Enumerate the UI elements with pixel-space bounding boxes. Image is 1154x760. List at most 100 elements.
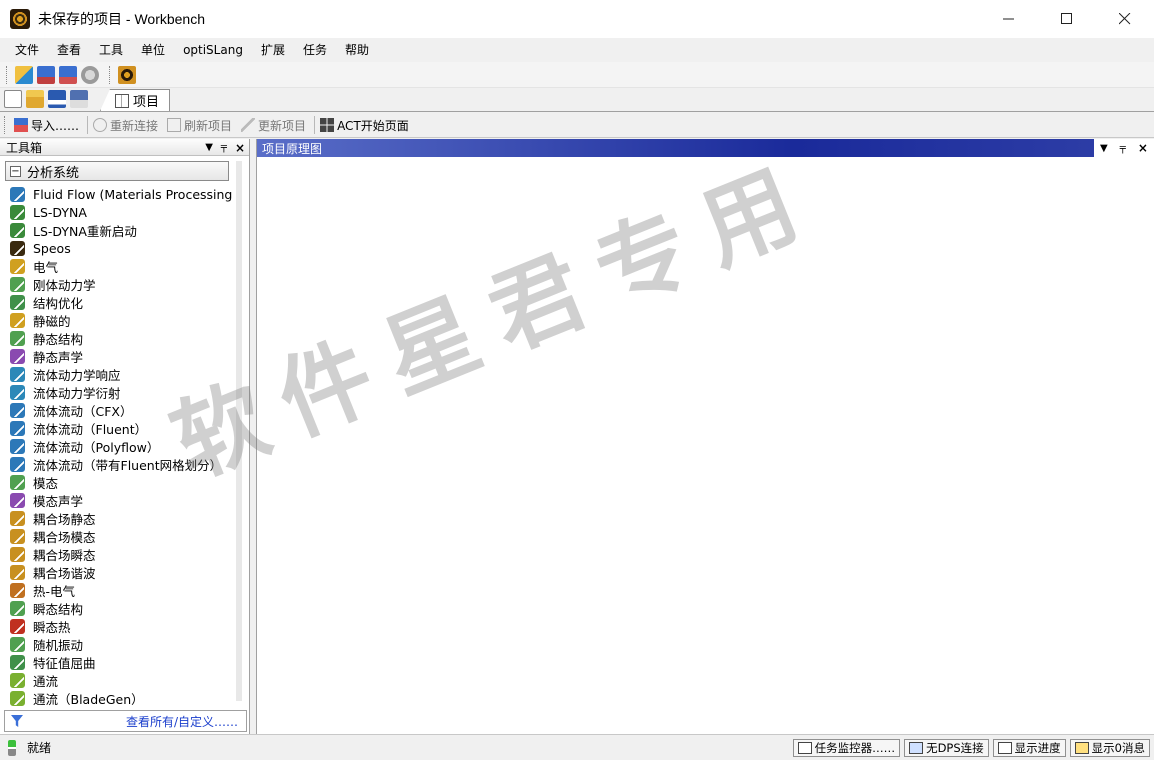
save-project-icon[interactable] bbox=[37, 65, 55, 84]
view-all-customize-link[interactable]: 查看所有/自定义…… bbox=[126, 713, 238, 730]
update-icon bbox=[241, 118, 256, 132]
open-icon[interactable] bbox=[26, 90, 44, 108]
toolbox-item[interactable]: 热-电气 bbox=[10, 581, 232, 599]
toolbox-item-label: 结构优化 bbox=[33, 295, 84, 311]
refresh-project-button[interactable]: 刷新项目 bbox=[164, 117, 238, 134]
toolbox-item[interactable]: 耦合场瞬态 bbox=[10, 545, 232, 563]
project-schematic-icon bbox=[115, 93, 129, 108]
topology-optimization-icon bbox=[10, 294, 25, 310]
save-as-icon[interactable] bbox=[59, 65, 77, 84]
tab-project[interactable]: 项目 bbox=[100, 89, 171, 111]
toolbox-item-label: 静态结构 bbox=[33, 331, 84, 347]
menu-extensions[interactable]: 扩展 bbox=[252, 38, 294, 62]
menu-tools[interactable]: 工具 bbox=[90, 38, 132, 62]
toolbox-item[interactable]: 瞬态结构 bbox=[10, 599, 232, 617]
cfx-icon bbox=[10, 402, 25, 418]
minimize-button[interactable] bbox=[980, 0, 1038, 38]
toolbox-item[interactable]: 特征值屈曲 bbox=[10, 653, 232, 671]
import-icon bbox=[14, 118, 28, 132]
collapse-icon[interactable]: − bbox=[10, 165, 21, 177]
status-bar: 就绪 任务监控器…… 无DPS连接 显示进度 显示0消息 bbox=[0, 734, 1154, 760]
ls-dyna-restart-icon bbox=[10, 222, 25, 238]
menu-help[interactable]: 帮助 bbox=[336, 38, 378, 62]
toolbox-item-label: 流体动力学响应 bbox=[33, 367, 121, 383]
analysis-systems-group[interactable]: − 分析系统 bbox=[5, 161, 229, 181]
fluent-icon bbox=[10, 420, 25, 436]
random-vibration-icon bbox=[10, 636, 25, 652]
toolbox-item-label: 耦合场模态 bbox=[33, 529, 96, 545]
toolbox-item[interactable]: 耦合场模态 bbox=[10, 527, 232, 545]
modal-icon bbox=[10, 474, 25, 490]
menu-file[interactable]: 文件 bbox=[6, 38, 48, 62]
open-project-icon[interactable] bbox=[15, 65, 33, 84]
toolbox-item[interactable]: 电气 bbox=[10, 257, 232, 275]
menu-units[interactable]: 单位 bbox=[132, 38, 174, 62]
toolbox-item-label: LS-DYNA重新启动 bbox=[33, 223, 137, 239]
title-bar: 未保存的项目 - Workbench bbox=[0, 0, 1154, 38]
toolbar-grip-3[interactable] bbox=[4, 116, 7, 134]
workbench-launcher-icon[interactable] bbox=[118, 65, 136, 84]
reconnect-button[interactable]: 重新连接 bbox=[90, 117, 164, 134]
status-indicator-icon bbox=[8, 739, 16, 756]
toolbox-item[interactable]: 刚体动力学 bbox=[10, 275, 232, 293]
toolbox-item[interactable]: 结构优化 bbox=[10, 293, 232, 311]
save-icon[interactable] bbox=[48, 90, 66, 108]
menu-bar: 文件 查看 工具 单位 optiSLang 扩展 任务 帮助 bbox=[0, 38, 1154, 62]
eigenvalue-buckling-icon bbox=[10, 654, 25, 670]
close-panel-icon[interactable]: × bbox=[235, 141, 245, 155]
act-start-page-button[interactable]: ACT开始页面 bbox=[317, 117, 415, 134]
toolbox-item[interactable]: Speos bbox=[10, 239, 232, 257]
show-messages-button[interactable]: 显示0消息 bbox=[1069, 739, 1150, 757]
archive-icon[interactable] bbox=[81, 65, 99, 84]
new-icon[interactable] bbox=[4, 90, 22, 108]
act-grid-icon bbox=[320, 118, 335, 132]
toolbar-grip[interactable] bbox=[6, 65, 9, 84]
menu-view[interactable]: 查看 bbox=[48, 38, 90, 62]
project-toolbar: 导入…… 重新连接 刷新项目 更新项目 ACT开始页面 bbox=[0, 113, 1154, 138]
throughflow-icon bbox=[10, 672, 25, 688]
toolbox-title: 工具箱 bbox=[6, 140, 43, 155]
schematic-dropdown-icon[interactable]: ▼ bbox=[1100, 143, 1108, 154]
menu-jobs[interactable]: 任务 bbox=[294, 38, 336, 62]
schematic-pin-icon[interactable]: ╤ bbox=[1120, 143, 1126, 154]
task-monitor-label: 任务监控器…… bbox=[814, 741, 896, 755]
schematic-close-icon[interactable]: × bbox=[1138, 141, 1148, 155]
toolbox-item-label: 流体流动（CFX） bbox=[33, 403, 133, 419]
import-button[interactable]: 导入…… bbox=[11, 117, 85, 134]
maximize-button[interactable] bbox=[1038, 0, 1096, 38]
fluent-meshing-icon bbox=[10, 456, 25, 472]
toolbox-item[interactable]: 瞬态热 bbox=[10, 617, 232, 635]
toolbox-item[interactable]: LS-DYNA重新启动 bbox=[10, 221, 232, 239]
toolbox-item[interactable]: 通流（BladeGen） bbox=[10, 689, 232, 707]
toolbox-item-label: 流体动力学衍射 bbox=[33, 385, 121, 401]
toolbox-item-label: 热-电气 bbox=[33, 583, 76, 599]
pin-icon[interactable]: ╤ bbox=[221, 142, 227, 153]
filter-icon[interactable] bbox=[11, 715, 23, 727]
show-progress-button[interactable]: 显示进度 bbox=[992, 739, 1066, 757]
toolbox-item[interactable]: LS-DYNA bbox=[10, 203, 232, 221]
toolbox-item[interactable]: 耦合场静态 bbox=[10, 509, 232, 527]
toolbox-item[interactable]: 随机振动 bbox=[10, 635, 232, 653]
dps-connection-button[interactable]: 无DPS连接 bbox=[904, 739, 989, 757]
task-monitor-icon bbox=[797, 742, 812, 754]
toolbox-item[interactable]: 静磁的 bbox=[10, 311, 232, 329]
main-toolbar bbox=[0, 62, 1154, 88]
hydrodynamic-diffraction-icon bbox=[10, 384, 25, 400]
task-monitor-button[interactable]: 任务监控器…… bbox=[792, 739, 901, 757]
toolbox-item[interactable]: 耦合场谐波 bbox=[10, 563, 232, 581]
fluid-flow-icon bbox=[10, 186, 25, 202]
toolbox-item-label: 模态 bbox=[33, 475, 59, 491]
dropdown-arrow-icon[interactable]: ▼ bbox=[205, 142, 213, 153]
save-as-small-icon[interactable] bbox=[70, 90, 88, 108]
update-project-button[interactable]: 更新项目 bbox=[238, 117, 312, 134]
toolbox-item-label: 电气 bbox=[33, 259, 59, 275]
toolbox-item[interactable]: Fluid Flow (Materials Processing) bbox=[10, 185, 232, 203]
window-title: 未保存的项目 - Workbench bbox=[38, 11, 205, 27]
toolbox-item[interactable]: 通流 bbox=[10, 671, 232, 689]
coupled-static-icon bbox=[10, 510, 25, 526]
close-window-button[interactable] bbox=[1096, 0, 1154, 38]
toolbox-item[interactable]: 静态结构 bbox=[10, 329, 232, 347]
tab-project-label: 项目 bbox=[133, 95, 160, 110]
toolbar-grip-2[interactable] bbox=[109, 65, 112, 84]
menu-optislang[interactable]: optiSLang bbox=[174, 38, 252, 62]
